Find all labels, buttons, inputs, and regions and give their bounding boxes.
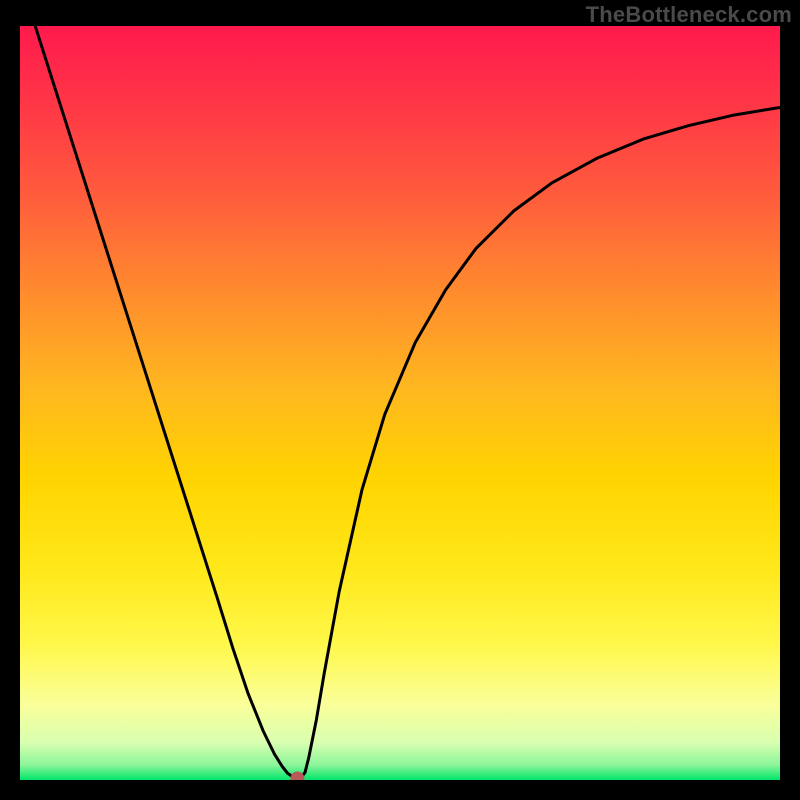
watermark-text: TheBottleneck.com: [586, 2, 792, 28]
plot-area: [20, 26, 780, 780]
plot-svg: [20, 26, 780, 780]
chart-frame: TheBottleneck.com: [0, 0, 800, 800]
gradient-background: [20, 26, 780, 780]
